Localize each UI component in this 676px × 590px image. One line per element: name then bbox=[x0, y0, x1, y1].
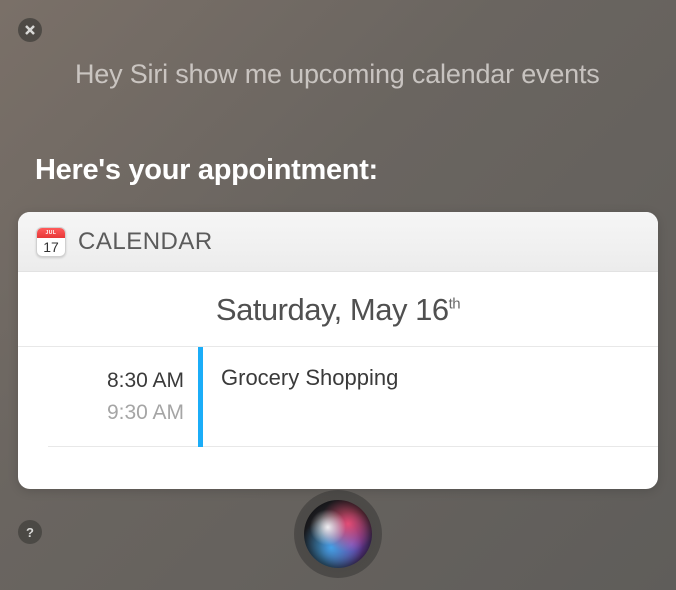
calendar-icon: JUL 17 bbox=[36, 227, 66, 257]
event-content: Grocery Shopping bbox=[203, 347, 658, 447]
event-date-suffix: th bbox=[449, 296, 461, 313]
close-icon bbox=[25, 25, 35, 35]
close-button[interactable] bbox=[18, 18, 42, 42]
calendar-result-card[interactable]: JUL 17 CALENDAR Saturday, May 16th 8:30 … bbox=[18, 212, 658, 489]
card-app-label: CALENDAR bbox=[78, 228, 213, 256]
help-button[interactable]: ? bbox=[18, 520, 42, 544]
event-row[interactable]: 8:30 AM 9:30 AM Grocery Shopping bbox=[18, 347, 658, 447]
event-date: Saturday, May 16th bbox=[216, 292, 460, 327]
card-padding bbox=[18, 447, 658, 489]
event-date-main: Saturday, May 16 bbox=[216, 292, 449, 327]
siri-orb-icon bbox=[304, 500, 372, 568]
siri-response-heading: Here's your appointment: bbox=[35, 154, 378, 187]
event-date-row: Saturday, May 16th bbox=[18, 272, 658, 347]
siri-query-text: Hey Siri show me upcoming calendar event… bbox=[75, 58, 636, 90]
event-end-time: 9:30 AM bbox=[68, 397, 184, 429]
event-times: 8:30 AM 9:30 AM bbox=[48, 347, 198, 447]
siri-activate-button[interactable] bbox=[294, 490, 382, 578]
calendar-icon-day: 17 bbox=[37, 238, 65, 257]
event-title: Grocery Shopping bbox=[221, 365, 640, 391]
calendar-icon-month: JUL bbox=[37, 228, 65, 238]
card-header: JUL 17 CALENDAR bbox=[18, 212, 658, 272]
event-start-time: 8:30 AM bbox=[68, 365, 184, 397]
